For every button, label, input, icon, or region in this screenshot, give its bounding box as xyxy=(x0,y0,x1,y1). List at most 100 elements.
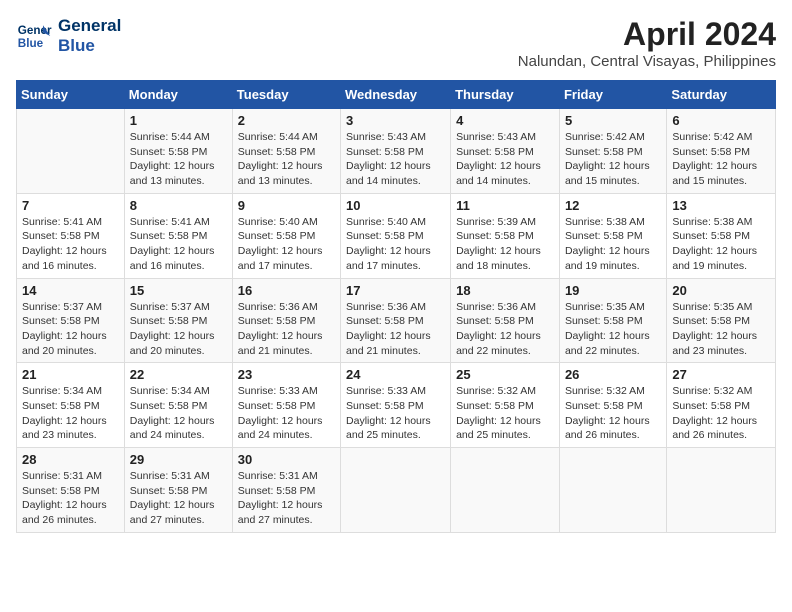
day-number: 13 xyxy=(672,198,770,213)
calendar-cell: 25 Sunrise: 5:32 AM Sunset: 5:58 PM Dayli… xyxy=(451,363,560,448)
day-number: 9 xyxy=(238,198,335,213)
calendar-cell: 7Sunrise: 5:41 AM Sunset: 5:58 PM Daylig… xyxy=(17,193,125,278)
cell-info: Sunrise: 5:42 AM Sunset: 5:58 PM Dayligh… xyxy=(672,130,770,189)
day-number: 10 xyxy=(346,198,445,213)
calendar-cell: 30 Sunrise: 5:31 AM Sunset: 5:58 PM Dayli… xyxy=(232,448,340,533)
calendar-cell: 4 Sunrise: 5:43 AM Sunset: 5:58 PM Daylig… xyxy=(451,109,560,194)
day-header: Friday xyxy=(559,81,666,109)
day-number: 27 xyxy=(672,367,770,382)
day-number: 6 xyxy=(672,113,770,128)
calendar-cell: 14Sunrise: 5:37 AM Sunset: 5:58 PM Dayli… xyxy=(17,278,125,363)
cell-info: Sunrise: 5:31 AM Sunset: 5:58 PM Dayligh… xyxy=(238,469,335,528)
day-header: Sunday xyxy=(17,81,125,109)
day-header: Tuesday xyxy=(232,81,340,109)
day-number: 25 xyxy=(456,367,554,382)
calendar-cell: 12Sunrise: 5:38 AM Sunset: 5:58 PM Dayli… xyxy=(559,193,666,278)
day-number: 5 xyxy=(565,113,661,128)
calendar-cell: 20Sunrise: 5:35 AM Sunset: 5:58 PM Dayli… xyxy=(667,278,776,363)
day-number: 11 xyxy=(456,198,554,213)
cell-info: Sunrise: 5:42 AM Sunset: 5:58 PM Dayligh… xyxy=(565,130,661,189)
cell-info: Sunrise: 5:31 AM Sunset: 5:58 PM Dayligh… xyxy=(22,469,119,528)
svg-text:General: General xyxy=(18,25,52,38)
cell-info: Sunrise: 5:33 AM Sunset: 5:58 PM Dayligh… xyxy=(346,384,445,443)
calendar-cell xyxy=(559,448,666,533)
cell-info: Sunrise: 5:40 AM Sunset: 5:58 PM Dayligh… xyxy=(346,215,445,274)
calendar-table: SundayMondayTuesdayWednesdayThursdayFrid… xyxy=(16,80,776,533)
calendar-cell: 5 Sunrise: 5:42 AM Sunset: 5:58 PM Daylig… xyxy=(559,109,666,194)
calendar-cell: 29 Sunrise: 5:31 AM Sunset: 5:58 PM Dayli… xyxy=(124,448,232,533)
day-number: 4 xyxy=(456,113,554,128)
cell-info: Sunrise: 5:44 AM Sunset: 5:58 PM Dayligh… xyxy=(130,130,227,189)
logo-blue: Blue xyxy=(58,36,121,56)
calendar-cell xyxy=(451,448,560,533)
calendar-cell: 26 Sunrise: 5:32 AM Sunset: 5:58 PM Dayli… xyxy=(559,363,666,448)
day-number: 20 xyxy=(672,283,770,298)
day-number: 21 xyxy=(22,367,119,382)
day-number: 23 xyxy=(238,367,335,382)
calendar-body: 1 Sunrise: 5:44 AM Sunset: 5:58 PM Daylig… xyxy=(17,109,776,533)
calendar-cell: 10 Sunrise: 5:40 AM Sunset: 5:58 PM Dayli… xyxy=(341,193,451,278)
day-header: Monday xyxy=(124,81,232,109)
header: General Blue General Blue April 2024 Nal… xyxy=(16,16,776,70)
location: Nalundan, Central Visayas, Philippines xyxy=(518,53,776,70)
calendar-cell: 27Sunrise: 5:32 AM Sunset: 5:58 PM Dayli… xyxy=(667,363,776,448)
cell-info: Sunrise: 5:32 AM Sunset: 5:58 PM Dayligh… xyxy=(456,384,554,443)
calendar-header-row: SundayMondayTuesdayWednesdayThursdayFrid… xyxy=(17,81,776,109)
calendar-cell: 19 Sunrise: 5:35 AM Sunset: 5:58 PM Dayli… xyxy=(559,278,666,363)
day-number: 15 xyxy=(130,283,227,298)
calendar-cell: 18 Sunrise: 5:36 AM Sunset: 5:58 PM Dayli… xyxy=(451,278,560,363)
day-number: 26 xyxy=(565,367,661,382)
calendar-cell: 13 Sunrise: 5:38 AM Sunset: 5:58 PM Dayli… xyxy=(667,193,776,278)
day-number: 24 xyxy=(346,367,445,382)
cell-info: Sunrise: 5:44 AM Sunset: 5:58 PM Dayligh… xyxy=(238,130,335,189)
cell-info: Sunrise: 5:36 AM Sunset: 5:58 PM Dayligh… xyxy=(346,300,445,359)
day-number: 30 xyxy=(238,452,335,467)
calendar-cell: 9 Sunrise: 5:40 AM Sunset: 5:58 PM Daylig… xyxy=(232,193,340,278)
day-number: 29 xyxy=(130,452,227,467)
cell-info: Sunrise: 5:34 AM Sunset: 5:58 PM Dayligh… xyxy=(22,384,119,443)
calendar-cell: 15 Sunrise: 5:37 AM Sunset: 5:58 PM Dayli… xyxy=(124,278,232,363)
calendar-cell: 2 Sunrise: 5:44 AM Sunset: 5:58 PM Daylig… xyxy=(232,109,340,194)
logo: General Blue General Blue xyxy=(16,16,121,57)
cell-info: Sunrise: 5:36 AM Sunset: 5:58 PM Dayligh… xyxy=(238,300,335,359)
svg-text:Blue: Blue xyxy=(18,37,44,50)
calendar-week-row: 7Sunrise: 5:41 AM Sunset: 5:58 PM Daylig… xyxy=(17,193,776,278)
day-number: 19 xyxy=(565,283,661,298)
calendar-cell: 8Sunrise: 5:41 AM Sunset: 5:58 PM Daylig… xyxy=(124,193,232,278)
day-number: 18 xyxy=(456,283,554,298)
day-header: Wednesday xyxy=(341,81,451,109)
cell-info: Sunrise: 5:35 AM Sunset: 5:58 PM Dayligh… xyxy=(565,300,661,359)
day-header: Saturday xyxy=(667,81,776,109)
calendar-cell: 28 Sunrise: 5:31 AM Sunset: 5:58 PM Dayli… xyxy=(17,448,125,533)
day-number: 17 xyxy=(346,283,445,298)
cell-info: Sunrise: 5:43 AM Sunset: 5:58 PM Dayligh… xyxy=(456,130,554,189)
day-number: 22 xyxy=(130,367,227,382)
calendar-cell: 6 Sunrise: 5:42 AM Sunset: 5:58 PM Daylig… xyxy=(667,109,776,194)
calendar-cell: 17 Sunrise: 5:36 AM Sunset: 5:58 PM Dayli… xyxy=(341,278,451,363)
day-number: 16 xyxy=(238,283,335,298)
day-number: 2 xyxy=(238,113,335,128)
calendar-cell: 16 Sunrise: 5:36 AM Sunset: 5:58 PM Dayli… xyxy=(232,278,340,363)
day-number: 28 xyxy=(22,452,119,467)
calendar-cell: 24 Sunrise: 5:33 AM Sunset: 5:58 PM Dayli… xyxy=(341,363,451,448)
calendar-cell: 21 Sunrise: 5:34 AM Sunset: 5:58 PM Dayli… xyxy=(17,363,125,448)
day-number: 14 xyxy=(22,283,119,298)
cell-info: Sunrise: 5:39 AM Sunset: 5:58 PM Dayligh… xyxy=(456,215,554,274)
cell-info: Sunrise: 5:34 AM Sunset: 5:58 PM Dayligh… xyxy=(130,384,227,443)
cell-info: Sunrise: 5:37 AM Sunset: 5:58 PM Dayligh… xyxy=(130,300,227,359)
cell-info: Sunrise: 5:41 AM Sunset: 5:58 PM Dayligh… xyxy=(130,215,227,274)
logo-icon: General Blue xyxy=(16,18,52,54)
calendar-cell xyxy=(341,448,451,533)
day-number: 3 xyxy=(346,113,445,128)
cell-info: Sunrise: 5:31 AM Sunset: 5:58 PM Dayligh… xyxy=(130,469,227,528)
calendar-cell: 3Sunrise: 5:43 AM Sunset: 5:58 PM Daylig… xyxy=(341,109,451,194)
calendar-cell xyxy=(667,448,776,533)
cell-info: Sunrise: 5:36 AM Sunset: 5:58 PM Dayligh… xyxy=(456,300,554,359)
title-area: April 2024 Nalundan, Central Visayas, Ph… xyxy=(518,16,776,70)
cell-info: Sunrise: 5:38 AM Sunset: 5:58 PM Dayligh… xyxy=(672,215,770,274)
calendar-cell: 23Sunrise: 5:33 AM Sunset: 5:58 PM Dayli… xyxy=(232,363,340,448)
cell-info: Sunrise: 5:32 AM Sunset: 5:58 PM Dayligh… xyxy=(565,384,661,443)
day-number: 1 xyxy=(130,113,227,128)
cell-info: Sunrise: 5:40 AM Sunset: 5:58 PM Dayligh… xyxy=(238,215,335,274)
cell-info: Sunrise: 5:38 AM Sunset: 5:58 PM Dayligh… xyxy=(565,215,661,274)
